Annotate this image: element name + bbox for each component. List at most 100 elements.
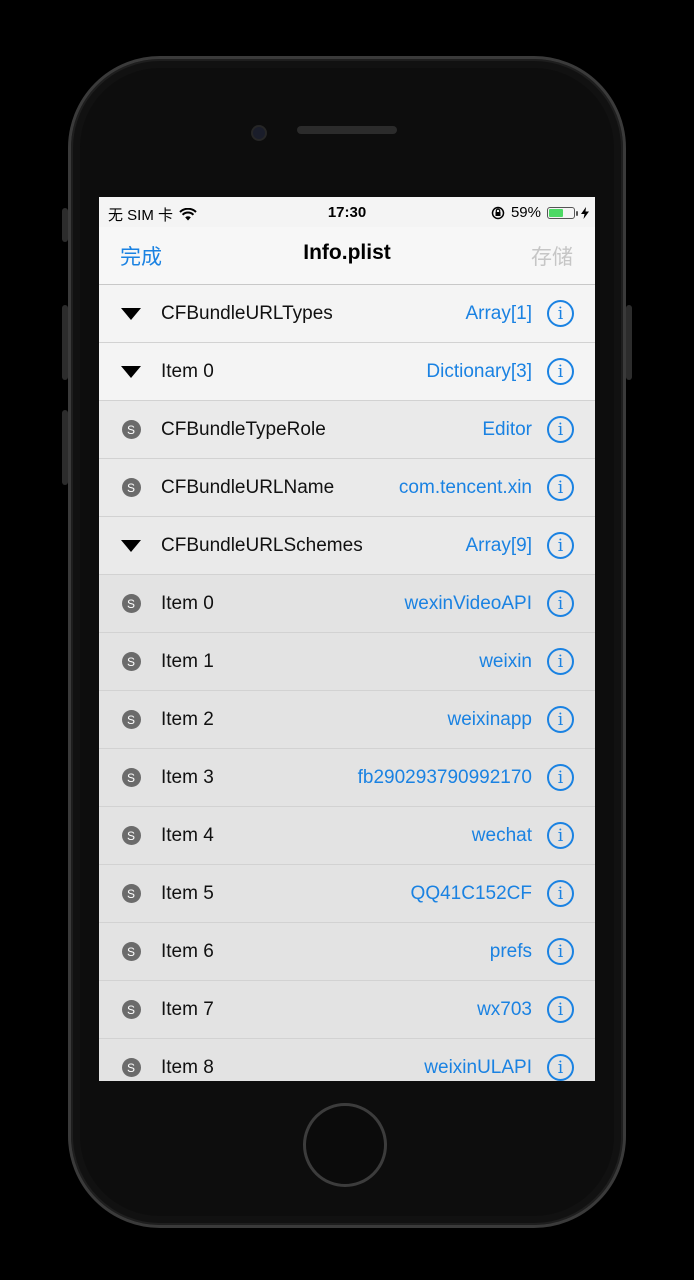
info-icon[interactable]: i (547, 358, 574, 385)
info-icon[interactable]: i (547, 532, 574, 559)
plist-row[interactable]: S Item 7 wx703 i (99, 981, 595, 1039)
string-badge: S (121, 652, 141, 671)
row-key: Item 3 (161, 766, 214, 788)
string-type-icon: S (121, 710, 141, 730)
plist-row[interactable]: S Item 1 weixin i (99, 633, 595, 691)
row-key: Item 7 (161, 998, 214, 1020)
disclosure-triangle-icon[interactable] (121, 536, 141, 556)
battery-icon (547, 206, 578, 219)
plist-row[interactable]: S Item 0 wexinVideoAPI i (99, 575, 595, 633)
info-icon[interactable]: i (547, 1054, 574, 1081)
string-type-icon: S (121, 826, 141, 846)
string-type-icon: S (121, 942, 141, 962)
row-value: fb290293790992170 (357, 766, 532, 788)
string-type-icon: S (121, 652, 141, 672)
row-value: com.tencent.xin (398, 476, 532, 498)
row-key: CFBundleURLSchemes (161, 534, 363, 556)
navigation-bar: 完成 Info.plist 存储 (99, 227, 595, 285)
info-icon[interactable]: i (547, 416, 574, 443)
info-icon[interactable]: i (547, 996, 574, 1023)
info-icon[interactable]: i (547, 764, 574, 791)
string-type-icon: S (121, 478, 141, 498)
string-type-icon: S (121, 884, 141, 904)
charging-bolt-icon (581, 206, 589, 219)
volume-up-button (62, 305, 68, 380)
status-bar: 无 SIM 卡 17:30 59% (99, 197, 595, 227)
row-key: Item 4 (161, 824, 214, 846)
plist-row[interactable]: S Item 2 weixinapp i (99, 691, 595, 749)
string-type-icon: S (121, 768, 141, 788)
string-badge: S (121, 710, 141, 729)
row-value: Editor (482, 418, 532, 440)
battery-tip (576, 210, 578, 216)
battery-percent: 59% (510, 204, 541, 221)
row-key: CFBundleTypeRole (161, 418, 326, 440)
plist-row[interactable]: S Item 4 wechat i (99, 807, 595, 865)
string-type-icon: S (121, 1000, 141, 1020)
string-badge: S (121, 1000, 141, 1019)
row-value: QQ41C152CF (410, 882, 532, 904)
info-icon[interactable]: i (547, 474, 574, 501)
row-value: wx703 (477, 998, 532, 1020)
power-button (626, 305, 632, 380)
info-icon[interactable]: i (547, 706, 574, 733)
string-badge: S (121, 884, 141, 903)
row-key: Item 0 (161, 360, 214, 382)
page-title: Info.plist (303, 241, 391, 264)
string-badge: S (121, 826, 141, 845)
triangle-shape (121, 365, 141, 378)
plist-row[interactable]: S CFBundleURLName com.tencent.xin i (99, 459, 595, 517)
home-button[interactable] (303, 1103, 387, 1187)
row-value: weixinULAPI (424, 1056, 532, 1078)
row-value: weixinapp (447, 708, 533, 730)
info-icon[interactable]: i (547, 648, 574, 675)
mute-switch (62, 208, 68, 242)
row-key: Item 5 (161, 882, 214, 904)
info-icon[interactable]: i (547, 880, 574, 907)
string-badge: S (121, 942, 141, 961)
disclosure-triangle-icon[interactable] (121, 304, 141, 324)
row-value: Array[1] (465, 302, 532, 324)
row-key: CFBundleURLName (161, 476, 335, 498)
disclosure-triangle-icon[interactable] (121, 362, 141, 382)
plist-row[interactable]: CFBundleURLTypes Array[1] i (99, 285, 595, 343)
row-key: Item 8 (161, 1056, 214, 1078)
info-icon[interactable]: i (547, 938, 574, 965)
plist-row[interactable]: S Item 5 QQ41C152CF i (99, 865, 595, 923)
row-key: Item 0 (161, 592, 214, 614)
volume-down-button (62, 410, 68, 485)
string-badge: S (121, 478, 141, 497)
row-value: Array[9] (465, 534, 532, 556)
info-icon[interactable]: i (547, 822, 574, 849)
info-icon[interactable]: i (547, 300, 574, 327)
row-value: wechat (471, 824, 532, 846)
row-value: Dictionary[3] (426, 360, 532, 382)
triangle-shape (121, 539, 141, 552)
plist-row[interactable]: CFBundleURLSchemes Array[9] i (99, 517, 595, 575)
save-button[interactable]: 存储 (531, 241, 573, 271)
row-value: weixin (479, 650, 532, 672)
row-value: prefs (489, 940, 532, 962)
battery-fill (549, 208, 564, 217)
string-type-icon: S (121, 1058, 141, 1078)
orientation-lock-icon (491, 206, 505, 219)
string-type-icon: S (121, 420, 141, 440)
plist-row[interactable]: S Item 3 fb290293790992170 i (99, 749, 595, 807)
triangle-shape (121, 307, 141, 320)
plist-row[interactable]: S Item 8 weixinULAPI i (99, 1039, 595, 1081)
plist-list: CFBundleURLTypes Array[1] i Item 0 Dictionar… (99, 285, 595, 1081)
row-key: Item 1 (161, 650, 214, 672)
row-value: wexinVideoAPI (404, 592, 532, 614)
string-badge: S (121, 594, 141, 613)
string-badge: S (121, 768, 141, 787)
front-camera (251, 125, 267, 141)
info-icon[interactable]: i (547, 590, 574, 617)
row-key: Item 6 (161, 940, 214, 962)
string-badge: S (121, 420, 141, 439)
plist-row[interactable]: S CFBundleTypeRole Editor i (99, 401, 595, 459)
string-badge: S (121, 1058, 141, 1077)
plist-row[interactable]: Item 0 Dictionary[3] i (99, 343, 595, 401)
status-right: 59% (491, 204, 589, 221)
plist-row[interactable]: S Item 6 prefs i (99, 923, 595, 981)
earpiece-speaker (297, 126, 397, 134)
